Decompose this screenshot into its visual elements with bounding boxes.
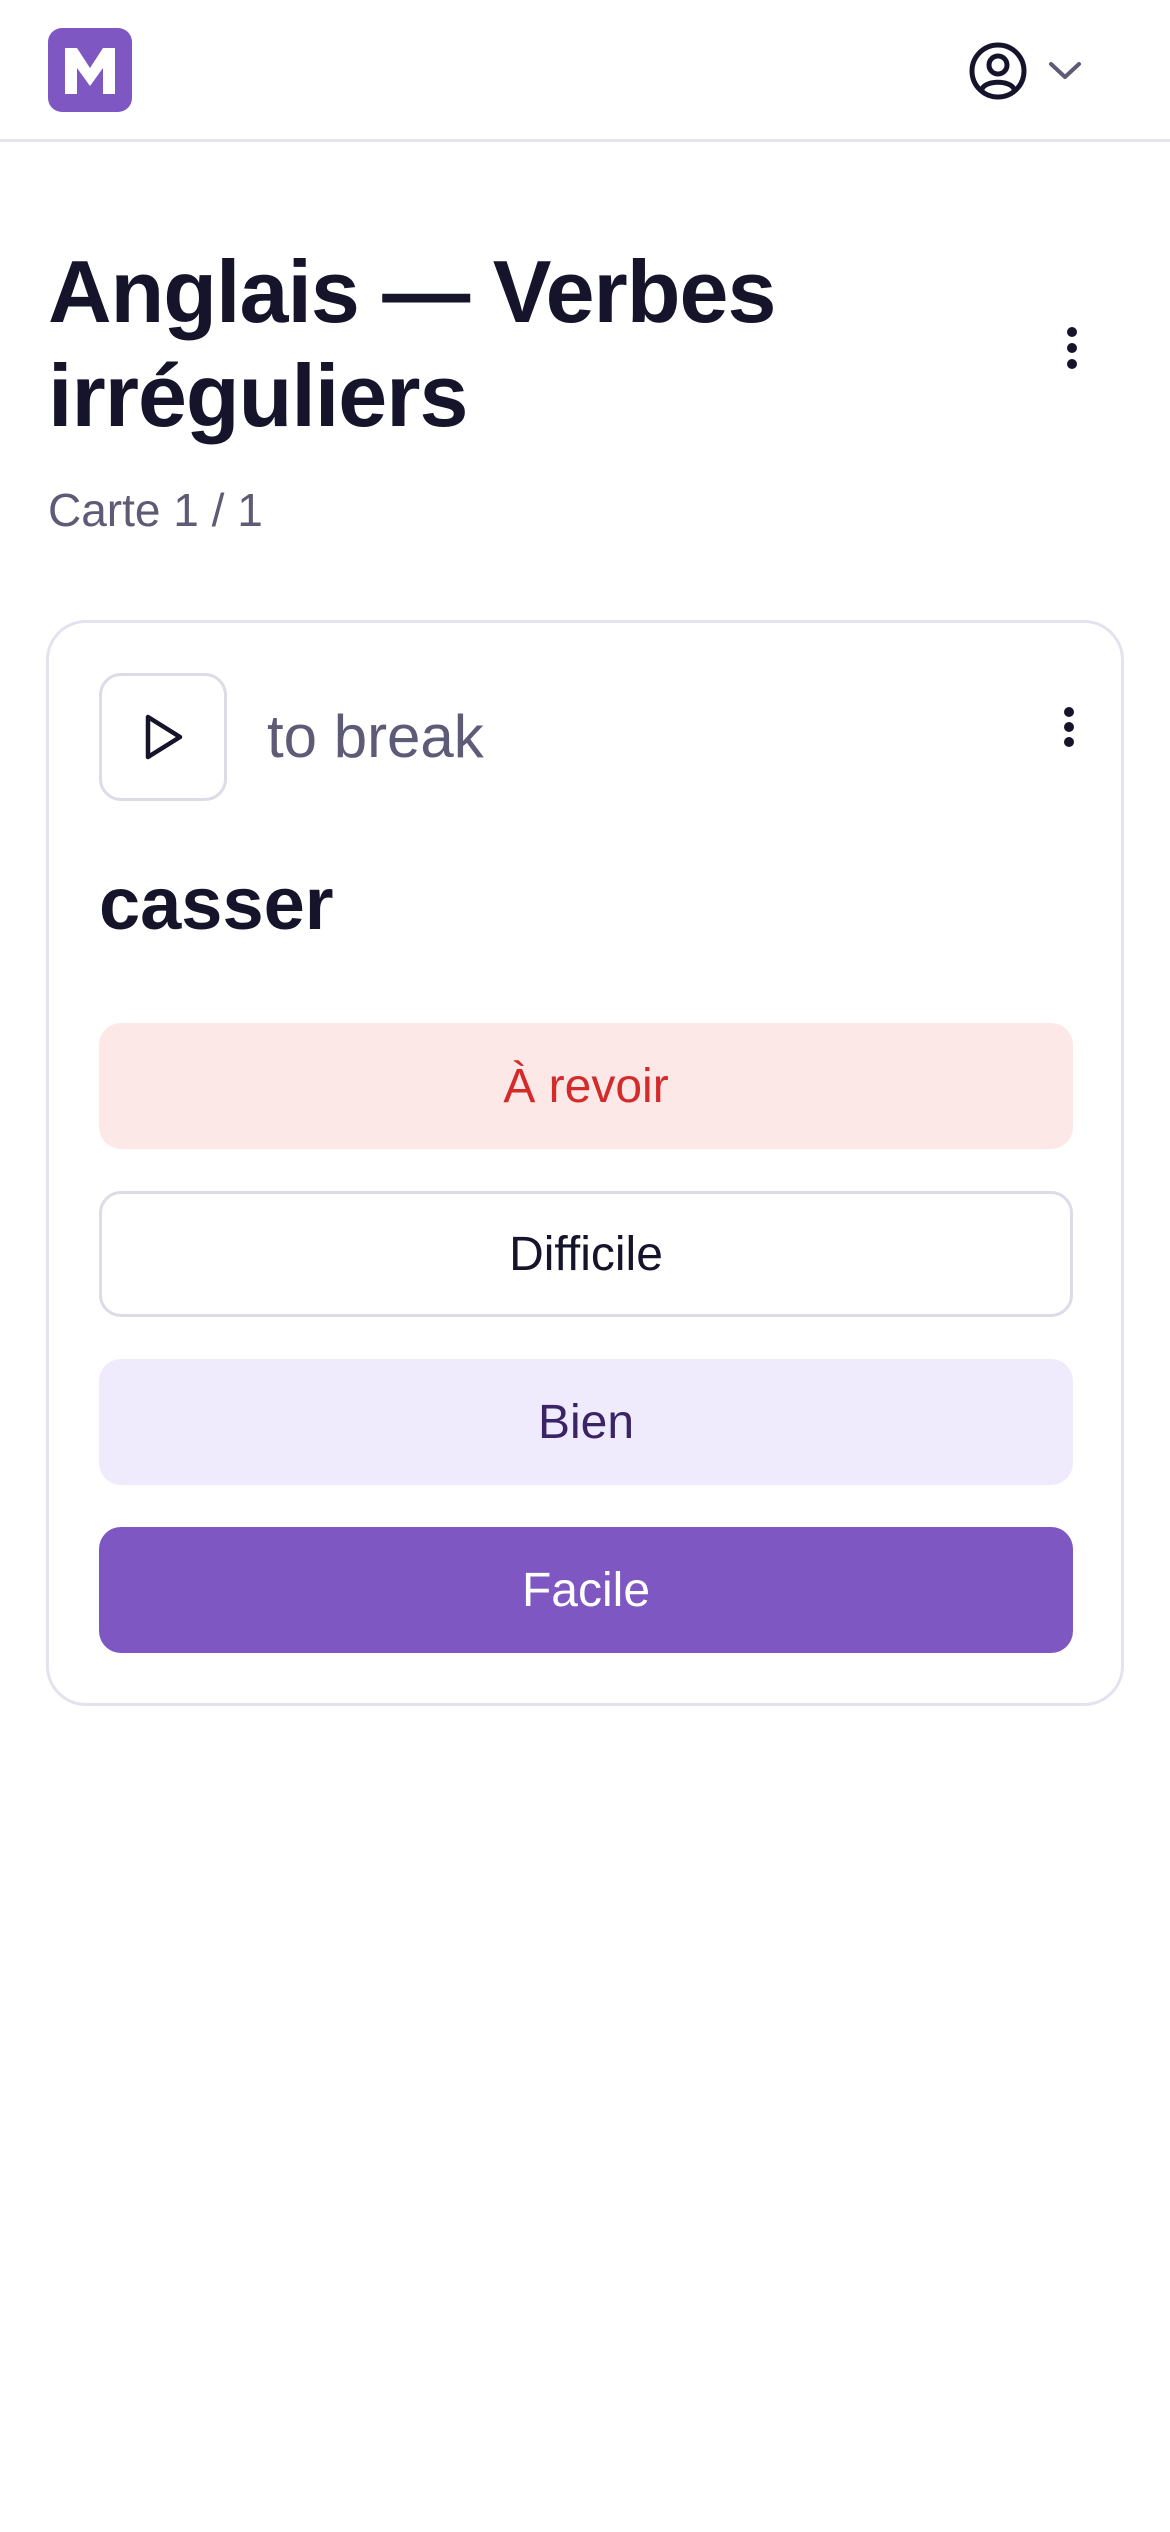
hard-button[interactable]: Difficile (99, 1191, 1073, 1317)
card-front-text: to break (267, 703, 484, 770)
card-options-button[interactable] (1049, 699, 1089, 755)
flashcard: to break casser À revoir Difficile Bien … (46, 620, 1124, 1706)
app-logo[interactable] (48, 28, 132, 112)
again-button[interactable]: À revoir (99, 1023, 1073, 1149)
user-circle-icon (968, 41, 1028, 101)
logo-m-icon (65, 48, 115, 94)
chevron-down-icon (1048, 61, 1082, 81)
more-vertical-icon (1064, 707, 1074, 747)
more-vertical-icon (1067, 327, 1077, 369)
easy-button[interactable]: Facile (99, 1527, 1073, 1653)
good-button[interactable]: Bien (99, 1359, 1073, 1485)
play-audio-button[interactable] (99, 673, 227, 801)
account-menu[interactable] (968, 38, 1082, 104)
page-options-button[interactable] (1052, 316, 1092, 380)
title-block: Anglais — Verbes irréguliers (48, 240, 998, 448)
top-bar (0, 0, 1170, 142)
card-back-text: casser (99, 862, 334, 945)
page-title: Anglais — Verbes irréguliers (48, 242, 776, 445)
card-counter: Carte 1 / 1 (48, 484, 263, 536)
play-icon (145, 714, 183, 760)
